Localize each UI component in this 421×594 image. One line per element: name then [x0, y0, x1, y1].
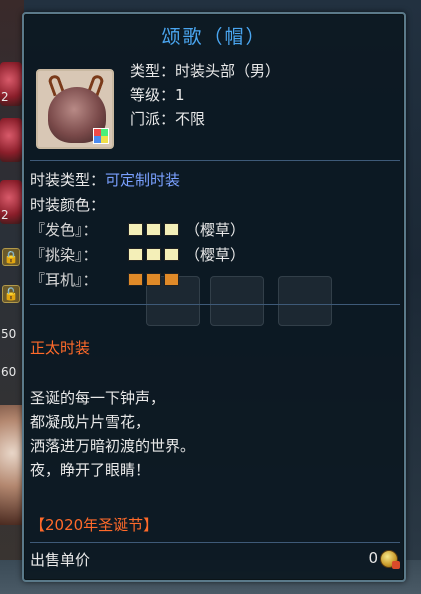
color-swatch: [164, 223, 179, 236]
price-value: 0: [368, 549, 378, 567]
fashion-type-label: 时装类型：: [30, 171, 106, 189]
price-label: 出售单价: [30, 551, 91, 569]
color-swatch: [128, 223, 143, 236]
divider: [30, 542, 400, 543]
item-type: 类型：时装头部（男）: [130, 62, 281, 80]
background-inventory-strip: 2 2 🔒 🔓 50 60: [0, 0, 24, 594]
lock-icon[interactable]: 🔒: [2, 248, 20, 266]
dye-palette-icon: [93, 128, 109, 144]
background-item-slot: [210, 276, 264, 326]
color-swatch: [146, 223, 161, 236]
event-tag: 【2020年圣诞节】: [30, 516, 159, 534]
item-title: 颂歌（帽）: [161, 26, 267, 48]
color-name: （樱草）: [185, 221, 246, 239]
divider: [30, 304, 400, 305]
color-row-label: 『挑染』：: [30, 246, 98, 264]
inventory-slot[interactable]: [0, 118, 22, 162]
item-hat-icon: [36, 69, 114, 149]
poem-line: 夜，睁开了眼睛！: [30, 461, 151, 479]
color-swatches: [128, 248, 179, 261]
color-row-hair: 『发色』： （樱草）: [30, 219, 245, 240]
fashion-color-label: 时装颜色：: [30, 196, 106, 214]
item-level: 等级：1: [130, 86, 185, 104]
color-swatch: [164, 248, 179, 261]
item-school: 门派：不限: [130, 110, 206, 128]
gold-coin-icon: [380, 550, 400, 569]
color-name: （樱草）: [185, 246, 246, 264]
fashion-type-value: 可定制时装: [105, 171, 181, 189]
poem-line: 洒落进万暗初渡的世界。: [30, 437, 196, 455]
game-scene: 2 2 🔒 🔓 50 60 颂歌（帽） 类型：时装头部（男） 等级：1 门派：不…: [0, 0, 421, 594]
character-portrait[interactable]: [0, 405, 24, 525]
lock-icon[interactable]: 🔓: [2, 285, 20, 303]
color-row-label: 『耳机』：: [30, 271, 98, 289]
slot-count: 2: [1, 208, 9, 222]
color-swatch: [128, 248, 143, 261]
divider: [30, 160, 400, 161]
color-swatch: [128, 273, 143, 286]
background-item-slot: [278, 276, 332, 326]
slot-count: 50: [1, 327, 17, 341]
color-swatch: [146, 273, 161, 286]
color-row-headphones: 『耳机』：: [30, 269, 185, 290]
fashion-type-line: 时装类型：可定制时装: [30, 169, 180, 190]
color-row-label: 『发色』：: [30, 221, 98, 239]
section-title: 正太时装: [30, 339, 91, 357]
color-swatch: [146, 248, 161, 261]
color-swatch: [164, 273, 179, 286]
color-swatches: [128, 223, 179, 236]
color-swatches: [128, 273, 179, 286]
slot-count: 2: [1, 90, 9, 104]
poem-line: 都凝成片片雪花，: [30, 413, 151, 431]
slot-count: 60: [1, 365, 17, 379]
poem-line: 圣诞的每一下钟声，: [30, 389, 166, 407]
item-tooltip: 颂歌（帽） 类型：时装头部（男） 等级：1 门派：不限 时装类型：可定制时装 时…: [22, 12, 406, 582]
color-row-highlight: 『挑染』： （樱草）: [30, 244, 245, 265]
